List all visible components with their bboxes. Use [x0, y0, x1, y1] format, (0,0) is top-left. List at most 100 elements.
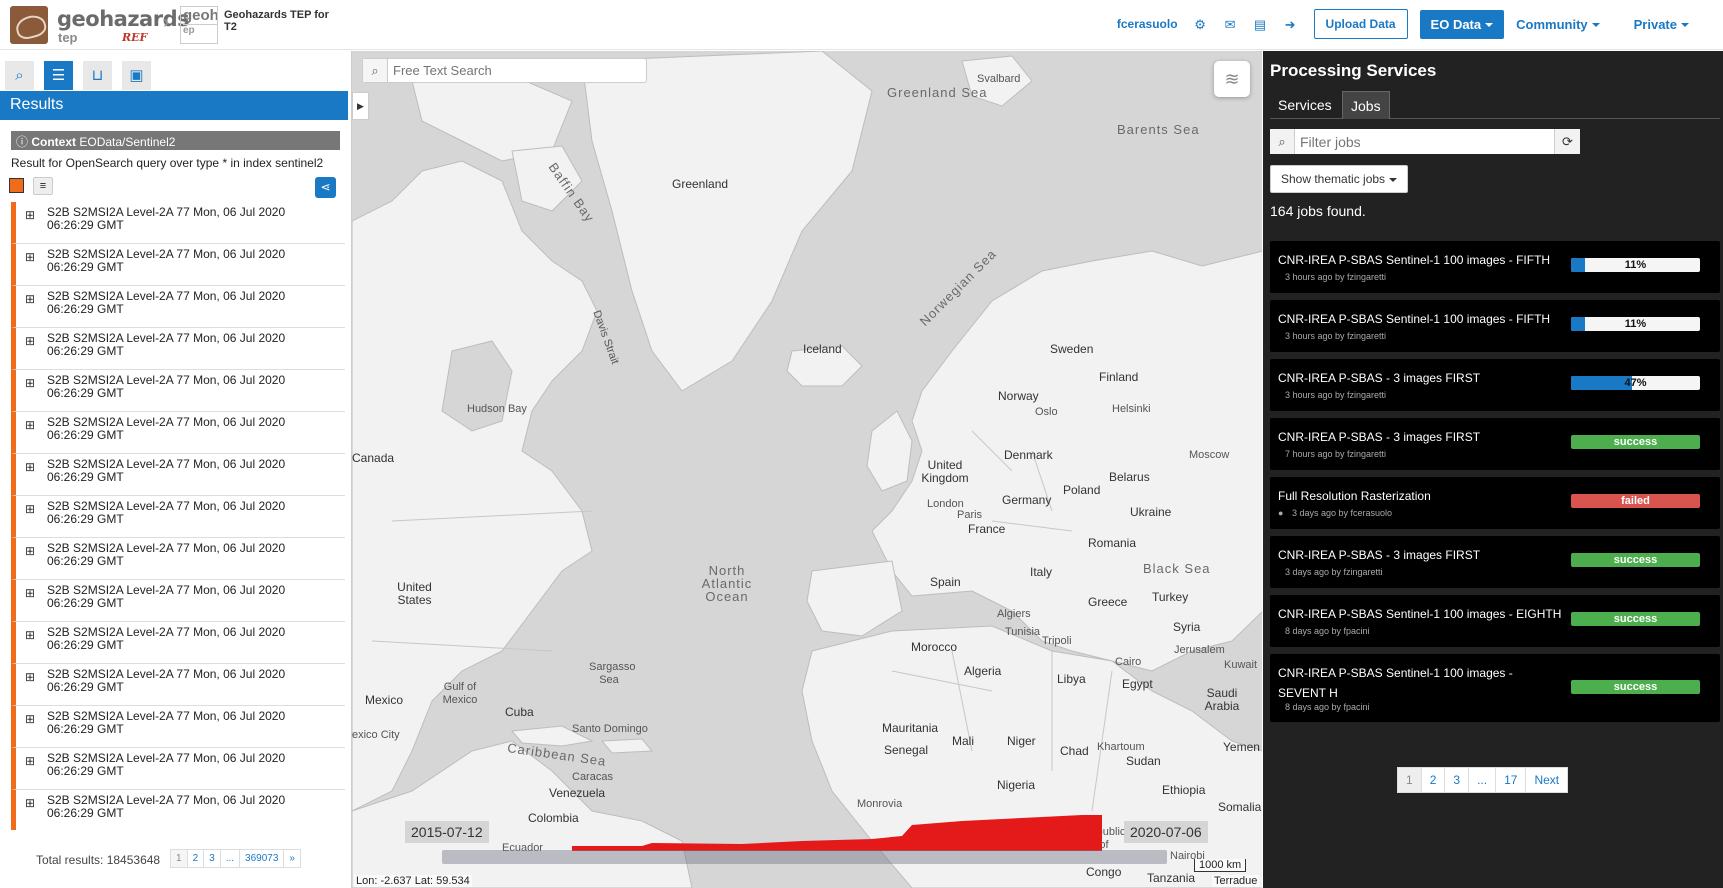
- map-label-mali: Mali: [952, 734, 975, 748]
- search-icon[interactable]: ⌕: [5, 61, 34, 90]
- logo-ref-badge: REF: [122, 31, 148, 44]
- results-page-link[interactable]: 369073: [239, 849, 285, 868]
- result-item[interactable]: ⊞ S2B S2MSI2A Level-2A 77 Mon, 06 Jul 202…: [11, 664, 345, 706]
- job-progress-fill: [1571, 376, 1632, 390]
- filter-jobs-input[interactable]: [1300, 132, 1520, 151]
- job-item[interactable]: CNR-IREA P-SBAS Sentinel-1 100 images - …: [1270, 595, 1720, 647]
- tab-services[interactable]: Services: [1270, 91, 1340, 119]
- map-view[interactable]: Greenland Sea Svalbard Barents Sea Green…: [351, 51, 1262, 888]
- results-pager: 1 2 3... 369073»: [170, 849, 301, 868]
- result-item[interactable]: ⊞ S2B S2MSI2A Level-2A 77 Mon, 06 Jul 202…: [11, 580, 345, 622]
- jobs-page-link[interactable]: 3: [1444, 767, 1470, 793]
- result-item[interactable]: ⊞ S2B S2MSI2A Level-2A 77 Mon, 06 Jul 202…: [11, 370, 345, 412]
- map-attribution[interactable]: Terradue: [1212, 875, 1260, 887]
- geohazards-logo[interactable]: geohazards tep REF: [10, 5, 190, 45]
- job-title[interactable]: CNR-IREA P-SBAS Sentinel-1 100 images - …: [1278, 309, 1563, 329]
- map-label-oslo: Oslo: [1035, 406, 1058, 418]
- job-item[interactable]: CNR-IREA P-SBAS - 3 images FIRST 3 hours …: [1270, 359, 1720, 411]
- jobs-page-link[interactable]: 17: [1495, 767, 1527, 793]
- job-meta-text: 8 days ago by fpacini: [1285, 626, 1370, 636]
- results-page-link[interactable]: 1: [170, 849, 188, 868]
- result-title: S2B S2MSI2A Level-2A 77 Mon, 06 Jul 2020…: [47, 793, 286, 820]
- result-title: S2B S2MSI2A Level-2A 77 Mon, 06 Jul 2020…: [47, 289, 286, 316]
- archive-icon[interactable]: ▣: [122, 61, 151, 90]
- result-color-swatch[interactable]: [9, 178, 24, 193]
- map-label-greece: Greece: [1088, 595, 1128, 609]
- jobs-pager: 1 2 3... 17 Next: [1397, 767, 1569, 793]
- list-icon[interactable]: ☰: [44, 61, 73, 90]
- result-item[interactable]: ⊞ S2B S2MSI2A Level-2A 77 Mon, 06 Jul 202…: [11, 538, 345, 580]
- map-label-libya: Libya: [1057, 672, 1086, 686]
- job-title[interactable]: CNR-IREA P-SBAS - 3 images FIRST: [1278, 545, 1563, 565]
- results-page-link[interactable]: 2: [186, 849, 205, 868]
- job-item[interactable]: Full Resolution Rasterization ● 3 days ago…: [1270, 477, 1720, 529]
- job-title[interactable]: Full Resolution Rasterization: [1278, 486, 1563, 506]
- result-title: S2B S2MSI2A Level-2A 77 Mon, 06 Jul 2020…: [47, 415, 286, 442]
- user-link[interactable]: fcerasuolo: [1117, 17, 1178, 31]
- map-label-north-atlantic: North Atlantic Ocean: [701, 563, 753, 604]
- result-item[interactable]: ⊞ S2B S2MSI2A Level-2A 77 Mon, 06 Jul 202…: [11, 496, 345, 538]
- job-title[interactable]: CNR-IREA P-SBAS - 3 images FIRST: [1278, 368, 1563, 388]
- upload-data-button[interactable]: Upload Data: [1313, 9, 1408, 39]
- job-item[interactable]: CNR-IREA P-SBAS Sentinel-1 100 images - …: [1270, 654, 1720, 722]
- job-title[interactable]: CNR-IREA P-SBAS Sentinel-1 100 images - …: [1278, 663, 1563, 703]
- result-item[interactable]: ⊞ S2B S2MSI2A Level-2A 77 Mon, 06 Jul 202…: [11, 790, 345, 830]
- timeline-end-date[interactable]: 2020-07-06: [1124, 821, 1208, 843]
- job-item[interactable]: CNR-IREA P-SBAS - 3 images FIRST 3 days a…: [1270, 536, 1720, 588]
- jobs-page-link[interactable]: 1: [1397, 767, 1422, 793]
- private-dropdown[interactable]: Private: [1634, 17, 1689, 32]
- jobs-page-link[interactable]: ...: [1468, 767, 1497, 793]
- results-page-link[interactable]: 3: [203, 849, 221, 868]
- total-results: Total results: 18453648: [36, 853, 161, 867]
- envelope-icon[interactable]: ✉: [1224, 18, 1237, 31]
- result-item[interactable]: ⊞ S2B S2MSI2A Level-2A 77 Mon, 06 Jul 202…: [11, 286, 345, 328]
- job-item[interactable]: CNR-IREA P-SBAS Sentinel-1 100 images - …: [1270, 241, 1720, 293]
- free-text-search-input[interactable]: [393, 62, 638, 79]
- job-title[interactable]: CNR-IREA P-SBAS Sentinel-1 100 images - …: [1278, 604, 1563, 624]
- result-item[interactable]: ⊞ S2B S2MSI2A Level-2A 77 Mon, 06 Jul 202…: [11, 244, 345, 286]
- map-label-algeria: Algeria: [964, 664, 1002, 678]
- book-icon[interactable]: ▤: [1254, 18, 1267, 31]
- search-icon[interactable]: ⌕: [363, 59, 388, 82]
- map-label-cuba: Cuba: [505, 705, 534, 719]
- result-item[interactable]: ⊞ S2B S2MSI2A Level-2A 77 Mon, 06 Jul 202…: [11, 328, 345, 370]
- list-view-toggle[interactable]: ≡: [33, 177, 53, 195]
- gear-icon[interactable]: ⚙: [1194, 18, 1207, 31]
- results-page-link[interactable]: ...: [219, 849, 241, 868]
- share-icon[interactable]: ⋖: [315, 177, 336, 198]
- result-item[interactable]: ⊞ S2B S2MSI2A Level-2A 77 Mon, 06 Jul 202…: [11, 412, 345, 454]
- eo-data-dropdown[interactable]: EO Data: [1419, 9, 1505, 39]
- job-title[interactable]: CNR-IREA P-SBAS - 3 images FIRST: [1278, 427, 1563, 447]
- caret-down-icon: [1591, 23, 1600, 28]
- results-page-link[interactable]: »: [283, 849, 301, 868]
- result-item[interactable]: ⊞ S2B S2MSI2A Level-2A 77 Mon, 06 Jul 202…: [11, 622, 345, 664]
- job-item[interactable]: CNR-IREA P-SBAS - 3 images FIRST 7 hours …: [1270, 418, 1720, 470]
- context-label: Context: [31, 135, 77, 149]
- info-icon: ⓘ: [16, 135, 32, 149]
- sign-out-icon[interactable]: ➜: [1284, 18, 1297, 31]
- tep-title[interactable]: Geohazards TEP for T2: [224, 9, 334, 33]
- timeline-start-date[interactable]: 2015-07-12: [405, 821, 489, 843]
- job-title[interactable]: CNR-IREA P-SBAS Sentinel-1 100 images - …: [1278, 250, 1563, 270]
- community-dropdown[interactable]: Community: [1516, 17, 1600, 32]
- tab-jobs[interactable]: Jobs: [1342, 91, 1390, 119]
- basket-icon[interactable]: ⊔: [83, 61, 112, 90]
- jobs-page-link[interactable]: 2: [1420, 767, 1446, 793]
- result-item[interactable]: ⊞ S2B S2MSI2A Level-2A 77 Mon, 06 Jul 202…: [11, 706, 345, 748]
- map-label-denmark: Denmark: [1004, 448, 1053, 462]
- timeline-histogram[interactable]: [442, 811, 1167, 851]
- result-item[interactable]: ⊞ S2B S2MSI2A Level-2A 77 Mon, 06 Jul 202…: [11, 748, 345, 790]
- satellite-icon: ⊞: [25, 292, 36, 306]
- timeline-slider[interactable]: [442, 850, 1167, 864]
- tep-community-logo[interactable]: geoh ep: [180, 6, 218, 44]
- map-label-iceland: Iceland: [803, 342, 842, 356]
- result-item[interactable]: ⊞ S2B S2MSI2A Level-2A 77 Mon, 06 Jul 202…: [11, 454, 345, 496]
- job-item[interactable]: CNR-IREA P-SBAS Sentinel-1 100 images - …: [1270, 300, 1720, 352]
- show-thematic-jobs-dropdown[interactable]: Show thematic jobs: [1270, 165, 1409, 193]
- refresh-icon[interactable]: ⟳: [1554, 129, 1580, 154]
- collapse-panel-toggle[interactable]: ▶: [352, 92, 369, 120]
- map-label-black-sea: Black Sea: [1143, 561, 1211, 576]
- result-item[interactable]: ⊞ S2B S2MSI2A Level-2A 77 Mon, 06 Jul 202…: [11, 202, 345, 244]
- layers-icon[interactable]: ≋: [1214, 61, 1250, 97]
- jobs-page-link[interactable]: Next: [1525, 767, 1569, 793]
